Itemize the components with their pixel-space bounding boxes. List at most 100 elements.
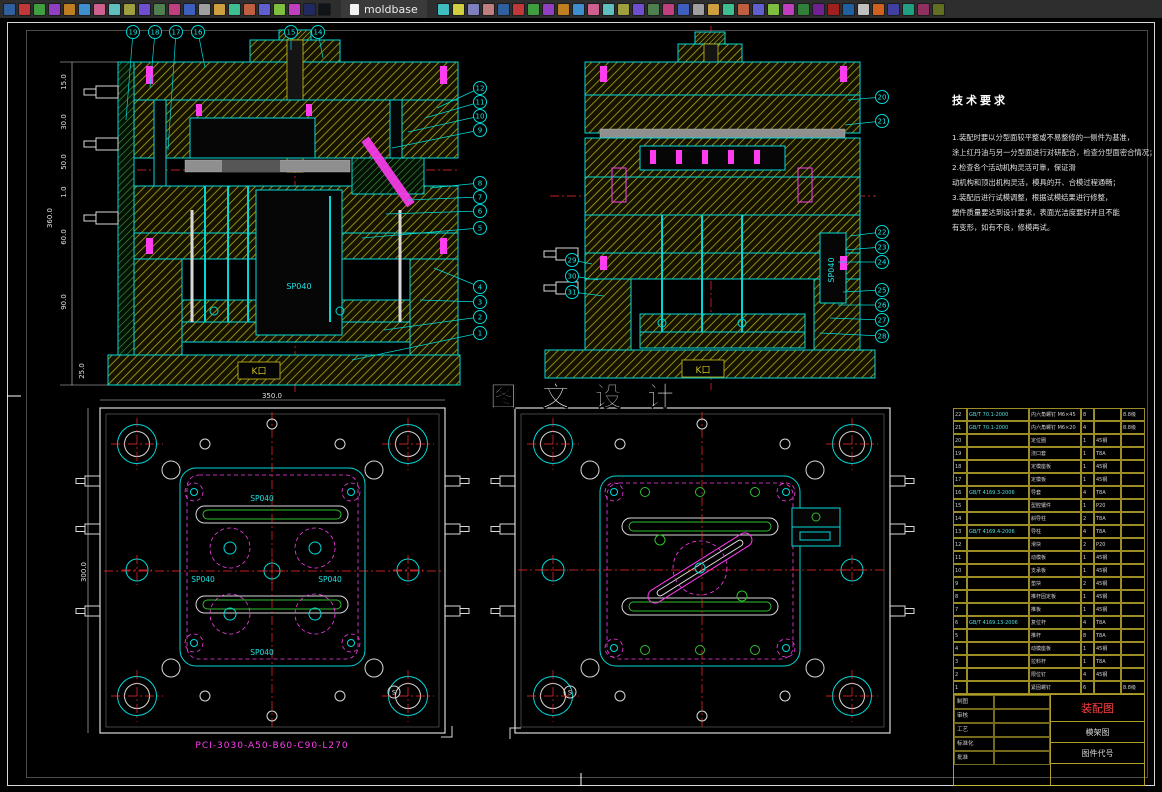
toolbar-icon[interactable]: [228, 2, 241, 16]
toolbar-icon[interactable]: [78, 2, 91, 16]
toolbar-icon[interactable]: [601, 2, 615, 16]
toolbar-icon[interactable]: [3, 2, 16, 16]
bom-cell: 浇口套: [1029, 447, 1081, 460]
toolbar-icon[interactable]: [93, 2, 106, 16]
bom-cell: 45钢: [1094, 668, 1121, 681]
toolbar-icon[interactable]: [303, 2, 316, 16]
balloon-number: 27: [878, 317, 887, 325]
balloon-number: 17: [172, 29, 181, 37]
bom-cell: GB/T 4169.13-2006: [967, 616, 1029, 629]
bom-cell: 定模板: [1029, 473, 1081, 486]
balloon-number: 26: [878, 302, 887, 310]
balloon-number: 5: [478, 225, 482, 233]
toolbar-icon[interactable]: [796, 2, 810, 16]
toolbar-icon[interactable]: [736, 2, 750, 16]
toolbar-icon[interactable]: [123, 2, 136, 16]
toolbar-icon[interactable]: [288, 2, 301, 16]
bom-cell: 8.8级: [1121, 408, 1145, 421]
sign-cell: [994, 695, 1050, 709]
toolbar-icon[interactable]: [108, 2, 121, 16]
toolbar-icon[interactable]: [586, 2, 600, 16]
toolbar-icon[interactable]: [556, 2, 570, 16]
toolbar: moldbase: [0, 0, 1162, 18]
gate-mark: K口: [252, 367, 267, 377]
bom-cell: [967, 512, 1029, 525]
tech-requirements-title: 技术要求: [952, 93, 1008, 107]
toolbar-icon[interactable]: [616, 2, 630, 16]
toolbar-icon[interactable]: [901, 2, 915, 16]
toolbar-icon[interactable]: [436, 2, 450, 16]
toolbar-icon[interactable]: [63, 2, 76, 16]
bom-cell: 45钢: [1094, 434, 1121, 447]
bom-cell: 拉料杆: [1029, 655, 1081, 668]
sign-label: 工艺: [954, 723, 994, 737]
toolbar-icon[interactable]: [931, 2, 945, 16]
bom-cell: [967, 434, 1029, 447]
bom-cell: 45钢: [1094, 551, 1121, 564]
toolbar-icon[interactable]: [183, 2, 196, 16]
toolbar-icon[interactable]: [691, 2, 705, 16]
toolbar-icon[interactable]: [48, 2, 61, 16]
toolbar-icon[interactable]: [841, 2, 855, 16]
dimension: 60.0: [60, 229, 68, 245]
toolbar-icon[interactable]: [886, 2, 900, 16]
toolbar-icon[interactable]: [541, 2, 555, 16]
toolbar-icon[interactable]: [571, 2, 585, 16]
bom-cell: 20: [953, 434, 967, 447]
toolbar-icon[interactable]: [168, 2, 181, 16]
toolbar-icon[interactable]: [781, 2, 795, 16]
bom-cell: [1121, 590, 1145, 603]
toolbar-icon[interactable]: [916, 2, 930, 16]
toolbar-icon[interactable]: [213, 2, 226, 16]
toolbar-icon[interactable]: [511, 2, 525, 16]
toolbar-icon[interactable]: [631, 2, 645, 16]
bom-cell: 5: [953, 629, 967, 642]
toolbar-icon[interactable]: [481, 2, 495, 16]
bom-cell: 4: [1081, 525, 1094, 538]
toolbar-icon[interactable]: [496, 2, 510, 16]
file-tab-moldbase[interactable]: moldbase: [341, 0, 427, 18]
toolbar-icon[interactable]: [646, 2, 660, 16]
toolbar-icon[interactable]: [661, 2, 675, 16]
bom-cell: 导套: [1029, 486, 1081, 499]
bom-cell: 定模座板: [1029, 460, 1081, 473]
toolbar-icon[interactable]: [676, 2, 690, 16]
balloon-number: 22: [878, 229, 887, 237]
toolbar-icon[interactable]: [466, 2, 480, 16]
bom-cell: [967, 642, 1029, 655]
toolbar-icon[interactable]: [18, 2, 31, 16]
balloon-number: 19: [129, 29, 138, 37]
toolbar-icon[interactable]: [33, 2, 46, 16]
bom-cell: 7: [953, 603, 967, 616]
bom-cell: 45钢: [1094, 473, 1121, 486]
toolbar-icon[interactable]: [751, 2, 765, 16]
balloon-number: 14: [314, 29, 323, 37]
toolbar-icon[interactable]: [318, 2, 331, 16]
bom-cell: 型腔镶件: [1029, 499, 1081, 512]
toolbar-icon[interactable]: [258, 2, 271, 16]
toolbar-icon[interactable]: [811, 2, 825, 16]
toolbar-icon[interactable]: [766, 2, 780, 16]
toolbar-icon[interactable]: [871, 2, 885, 16]
bom-cell: 15: [953, 499, 967, 512]
toolbar-icon[interactable]: [451, 2, 465, 16]
bom-cell: [967, 603, 1029, 616]
toolbar-icon[interactable]: [138, 2, 151, 16]
watermark: 图 文 设 计: [490, 381, 682, 413]
tech-requirements-line: 有变形，如有不良，修模再试。: [952, 223, 1054, 232]
toolbar-icon[interactable]: [526, 2, 540, 16]
toolbar-icon[interactable]: [273, 2, 286, 16]
bom-cell: [1094, 681, 1121, 694]
toolbar-icon[interactable]: [198, 2, 211, 16]
bom-cell: 1: [1081, 603, 1094, 616]
bom-cell: 定位圈: [1029, 434, 1081, 447]
sp-label: SP040: [250, 648, 274, 657]
bom-cell: 45钢: [1094, 577, 1121, 590]
toolbar-icon[interactable]: [706, 2, 720, 16]
toolbar-icon[interactable]: [721, 2, 735, 16]
toolbar-icon[interactable]: [856, 2, 870, 16]
toolbar-icon[interactable]: [826, 2, 840, 16]
balloon-number: 18: [151, 29, 160, 37]
toolbar-icon[interactable]: [243, 2, 256, 16]
toolbar-icon[interactable]: [153, 2, 166, 16]
